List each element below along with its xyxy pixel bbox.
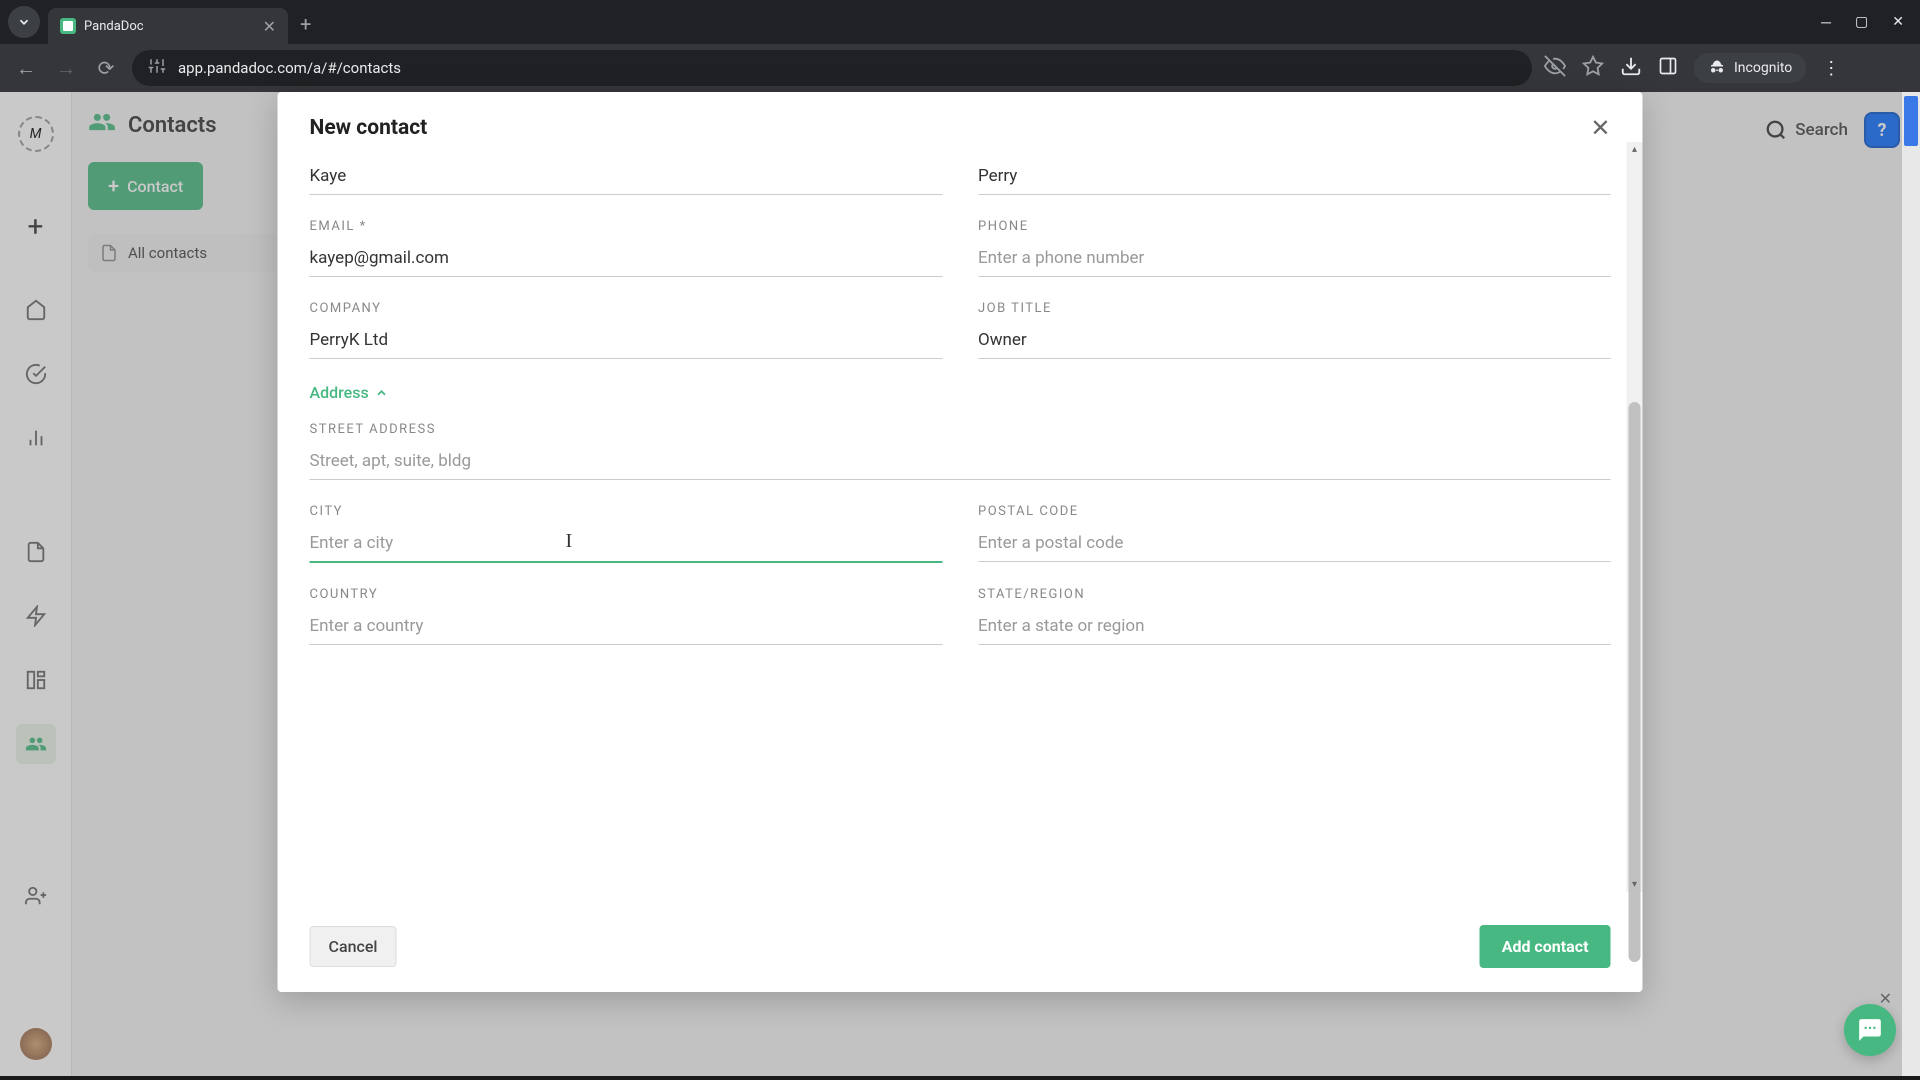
email-input[interactable] [310, 240, 943, 277]
country-label: COUNTRY [310, 587, 943, 602]
scroll-up-arrow[interactable]: ▴ [1627, 144, 1643, 155]
browser-tab[interactable]: PandaDoc ✕ [48, 8, 288, 44]
side-panel-icon[interactable] [1658, 56, 1678, 80]
tab-search-button[interactable] [8, 6, 40, 38]
site-settings-icon[interactable] [148, 57, 166, 79]
modal-scrollbar[interactable]: ▴ ▾ [1627, 142, 1643, 892]
add-contact-button[interactable]: Add contact [1480, 925, 1611, 968]
state-input[interactable] [978, 608, 1611, 645]
country-input[interactable] [310, 608, 943, 645]
modal-body: EMAIL * PHONE COMPANY JOB TITLE Address [278, 150, 1643, 906]
window-close-icon[interactable]: ✕ [1892, 14, 1904, 31]
chat-dismiss-icon[interactable]: ✕ [1879, 989, 1892, 1008]
phone-input[interactable] [978, 240, 1611, 277]
nav-reload-icon[interactable]: ⟳ [92, 56, 120, 80]
modal-close-button[interactable]: ✕ [1590, 114, 1610, 142]
nav-back-icon[interactable]: ← [12, 56, 40, 81]
window-minimize-icon[interactable]: ─ [1821, 14, 1831, 31]
window-controls: ─ ▢ ✕ [1821, 14, 1912, 31]
url-text: app.pandadoc.com/a/#/contacts [178, 59, 401, 77]
eye-off-icon[interactable] [1544, 55, 1566, 81]
street-label: STREET ADDRESS [310, 422, 1611, 437]
address-bar[interactable]: app.pandadoc.com/a/#/contacts [132, 50, 1532, 86]
nav-forward-icon[interactable]: → [52, 56, 80, 81]
street-input[interactable] [310, 443, 1611, 480]
new-tab-button[interactable]: + [300, 12, 311, 36]
page-scrollbar[interactable] [1902, 92, 1920, 1080]
cancel-button[interactable]: Cancel [310, 926, 397, 967]
chat-icon [1857, 1017, 1883, 1043]
tab-title: PandaDoc [84, 19, 255, 34]
browser-menu-icon[interactable]: ⋮ [1822, 58, 1840, 79]
postal-input[interactable] [978, 525, 1611, 562]
email-label: EMAIL * [310, 219, 943, 234]
address-toggle[interactable]: Address [310, 383, 1611, 402]
tab-close-icon[interactable]: ✕ [263, 17, 276, 36]
city-label: CITY [310, 504, 943, 519]
state-label: STATE/REGION [978, 587, 1611, 602]
downloads-icon[interactable] [1620, 55, 1642, 81]
window-maximize-icon[interactable]: ▢ [1855, 14, 1868, 31]
chat-widget-button[interactable] [1844, 1004, 1896, 1056]
scroll-down-arrow[interactable]: ▾ [1627, 879, 1643, 890]
page-scrollbar-thumb[interactable] [1904, 96, 1918, 146]
first-name-input[interactable] [310, 158, 943, 195]
modal-footer: Cancel Add contact [278, 906, 1643, 992]
city-input[interactable] [310, 525, 943, 563]
company-input[interactable] [310, 322, 943, 359]
incognito-badge[interactable]: Incognito [1694, 53, 1806, 83]
bookmark-star-icon[interactable] [1582, 55, 1604, 81]
browser-toolbar: ← → ⟳ app.pandadoc.com/a/#/contacts Inco… [0, 44, 1920, 92]
chevron-up-icon [375, 386, 389, 400]
incognito-label: Incognito [1734, 60, 1792, 76]
os-taskbar [0, 1076, 1920, 1080]
postal-label: POSTAL CODE [978, 504, 1611, 519]
job-title-input[interactable] [978, 322, 1611, 359]
company-label: COMPANY [310, 301, 943, 316]
pandadoc-favicon [60, 18, 76, 34]
job-title-label: JOB TITLE [978, 301, 1611, 316]
modal-title: New contact [310, 116, 428, 140]
new-contact-modal: New contact ✕ EMAIL * PHONE COMPANY [278, 92, 1643, 992]
address-toggle-label: Address [310, 383, 369, 402]
last-name-input[interactable] [978, 158, 1611, 195]
browser-tab-strip: PandaDoc ✕ + ─ ▢ ✕ [0, 0, 1920, 44]
modal-scrollbar-thumb[interactable] [1629, 402, 1641, 962]
phone-label: PHONE [978, 219, 1611, 234]
